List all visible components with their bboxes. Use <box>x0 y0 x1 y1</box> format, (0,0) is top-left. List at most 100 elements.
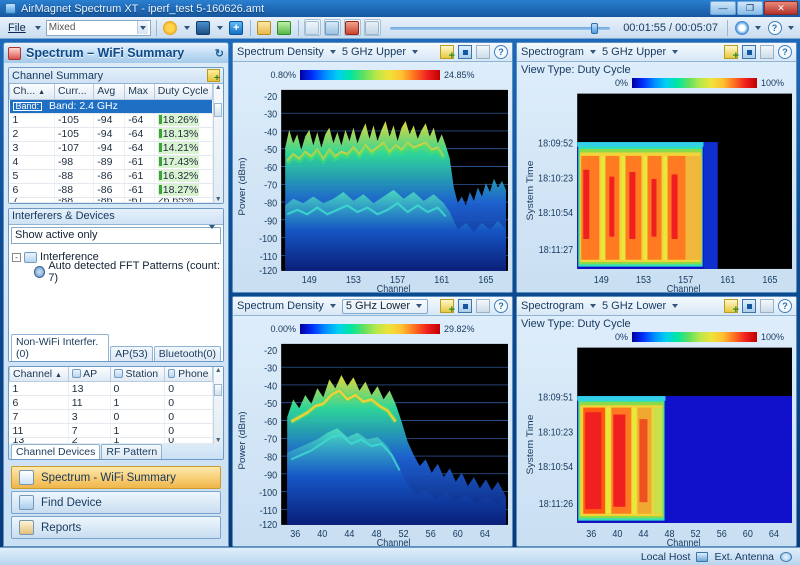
expand-icon[interactable] <box>458 299 472 313</box>
table-row[interactable]: 5 -88 -86 -61 16.32% <box>9 169 213 184</box>
export-icon[interactable] <box>760 45 774 59</box>
table-row[interactable]: 7 -88 -86 -61 26.65% <box>9 197 213 203</box>
col-phone[interactable]: Phone <box>164 366 213 382</box>
help-icon[interactable]: ? <box>778 299 792 313</box>
spectrogram-plot-upper[interactable]: 18:09:52 18:10:23 18:10:54 18:11:27 149 … <box>517 89 796 292</box>
sidebar-item-find-device[interactable]: Find Device <box>11 491 221 514</box>
view-combo-chevron-down-icon[interactable] <box>589 50 596 54</box>
add-chart-icon[interactable] <box>440 299 455 316</box>
scroll-down-arrow-icon[interactable]: ▼ <box>215 196 222 203</box>
play-icon[interactable] <box>303 19 321 36</box>
collapse-icon[interactable]: - <box>12 252 21 262</box>
add-column-icon[interactable] <box>207 69 220 84</box>
mode-combo[interactable]: Mixed <box>45 19 151 36</box>
density-plot-upper[interactable]: -20 -30 -40 -50 -60 -70 -80 -90 -100 -11… <box>233 81 512 292</box>
view-combo-label[interactable]: Spectrum Density <box>237 46 324 58</box>
view-combo-label[interactable]: Spectrogram <box>521 46 584 58</box>
tab-rf-pattern[interactable]: RF Pattern <box>101 444 163 459</box>
add-chart-icon[interactable] <box>724 299 739 316</box>
tree-node-fft-patterns[interactable]: Auto detected FFT Patterns (count: 7) <box>12 260 220 284</box>
file-menu[interactable]: File <box>4 21 30 35</box>
scroll-down-arrow-icon[interactable]: ▼ <box>215 437 222 444</box>
band-combo-chevron-down-icon[interactable] <box>672 50 679 54</box>
refresh-icon[interactable]: ↻ <box>215 47 224 60</box>
view-combo-label[interactable]: Spectrum Density <box>237 300 324 312</box>
band-combo-label[interactable]: 5 GHz Lower <box>602 300 666 312</box>
scroll-up-arrow-icon[interactable]: ▲ <box>215 84 222 91</box>
band-combo-label[interactable]: 5 GHz Upper <box>342 46 406 58</box>
chart-icon[interactable] <box>195 19 212 36</box>
table-row[interactable]: 4 -98 -89 -61 17.43% <box>9 155 213 170</box>
col-ap[interactable]: AP <box>67 366 111 382</box>
chart-chevron-down-icon[interactable] <box>216 25 223 30</box>
view-combo-chevron-down-icon[interactable] <box>329 304 336 308</box>
table-row[interactable]: 1 13 0 0 <box>9 381 213 396</box>
help-chevron-down-icon[interactable] <box>788 25 794 30</box>
tab-bluetooth[interactable]: Bluetooth(0) <box>153 345 221 361</box>
add-chart-icon[interactable] <box>724 45 739 62</box>
col-max[interactable]: Max <box>124 84 155 100</box>
tab-channel-devices[interactable]: Channel Devices <box>11 444 101 459</box>
col-duty-cycle[interactable]: Duty Cycle <box>153 84 213 100</box>
open-folder-icon[interactable] <box>256 19 273 36</box>
table-row[interactable]: 7 3 0 0 <box>9 409 213 424</box>
view-combo-label[interactable]: Spectrogram <box>521 300 584 312</box>
band-combo-label[interactable]: 5 GHz Upper <box>602 46 666 58</box>
expand-icon[interactable] <box>458 45 472 59</box>
band-row[interactable]: Band: Band: 2.4 GHz <box>9 99 213 114</box>
table-row[interactable]: 13 2 1 0 <box>9 437 213 444</box>
export-icon[interactable] <box>476 299 490 313</box>
expand-icon[interactable] <box>742 299 756 313</box>
col-avg[interactable]: Avg <box>93 84 126 100</box>
record-icon[interactable] <box>363 19 381 36</box>
sidebar-item-reports[interactable]: Reports <box>11 516 221 539</box>
file-menu-chevron-down-icon[interactable] <box>34 25 41 30</box>
gear-icon[interactable] <box>162 19 179 36</box>
clock-chevron-down-icon[interactable] <box>755 25 761 30</box>
help-icon[interactable]: ? <box>778 45 792 59</box>
maximize-button[interactable]: ❐ <box>737 1 763 15</box>
table-row[interactable]: 1 -105 -94 -64 18.26% <box>9 113 213 128</box>
col-channel[interactable]: Ch... ▲ <box>9 84 55 100</box>
chevron-down-icon[interactable] <box>207 225 217 241</box>
help-icon[interactable]: ? <box>494 299 508 313</box>
table-row[interactable]: 6 -88 -86 -61 18.27% <box>9 183 213 198</box>
sidebar-item-spectrum-wifi-summary[interactable]: Spectrum - WiFi Summary <box>11 466 221 489</box>
scroll-thumb[interactable] <box>214 103 223 117</box>
band-combo[interactable]: 5 GHz Lower <box>341 298 429 314</box>
band-combo-chevron-down-icon[interactable] <box>416 304 423 308</box>
col-channel[interactable]: Channel ▲ <box>9 366 69 382</box>
table-row[interactable]: 11 7 1 0 <box>9 423 213 438</box>
slider-knob[interactable] <box>591 22 599 34</box>
green-grid-icon[interactable] <box>276 19 293 36</box>
close-button[interactable]: ✕ <box>764 1 798 15</box>
pause-icon[interactable] <box>323 19 341 36</box>
expand-icon[interactable] <box>742 45 756 59</box>
add-chart-icon[interactable] <box>440 45 455 62</box>
export-icon[interactable] <box>760 299 774 313</box>
scroll-thumb[interactable] <box>214 383 223 396</box>
view-combo-chevron-down-icon[interactable] <box>329 50 336 54</box>
scroll-up-arrow-icon[interactable]: ▲ <box>215 367 222 374</box>
help-icon[interactable]: ? <box>494 45 508 59</box>
channel-devices-scrollbar[interactable]: ▲ ▼ <box>212 366 223 444</box>
interferers-filter-combo[interactable]: Show active only <box>11 225 221 244</box>
col-current[interactable]: Curr... <box>53 84 95 100</box>
help-icon[interactable]: ? <box>766 19 783 36</box>
table-row[interactable]: 6 11 1 0 <box>9 395 213 410</box>
tab-ap[interactable]: AP(53) <box>110 345 153 361</box>
clock-icon[interactable] <box>733 19 750 36</box>
export-icon[interactable] <box>476 45 490 59</box>
table-row[interactable]: 2 -105 -94 -64 18.13% <box>9 127 213 142</box>
collapse-icon[interactable]: Band: <box>12 101 43 111</box>
tab-non-wifi-interferers[interactable]: Non-WiFi Interfer.(0) <box>11 333 110 361</box>
chevron-down-icon[interactable] <box>136 21 148 34</box>
minimize-button[interactable]: — <box>710 1 736 15</box>
playback-slider[interactable] <box>389 20 611 36</box>
gear-chevron-down-icon[interactable] <box>183 25 190 30</box>
spectrogram-plot-lower[interactable]: 18:09:51 18:10:23 18:10:54 18:11:26 36 4… <box>517 343 796 546</box>
add-icon[interactable]: + <box>228 19 245 36</box>
channel-summary-scrollbar[interactable]: ▲ ▼ <box>212 84 223 203</box>
band-combo-chevron-down-icon[interactable] <box>672 304 679 308</box>
density-plot-lower[interactable]: -20 -30 -40 -50 -60 -70 -80 -90 -100 -11… <box>233 335 512 546</box>
